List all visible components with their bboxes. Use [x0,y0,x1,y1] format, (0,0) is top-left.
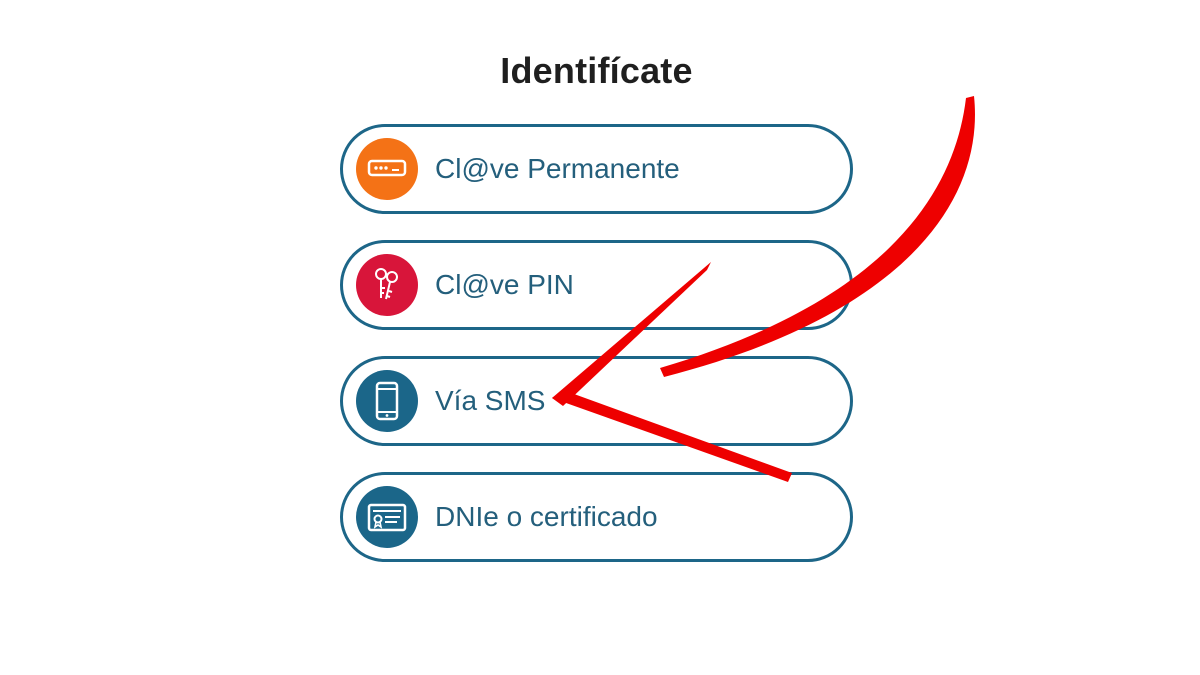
page-title: Identifícate [500,50,693,91]
clave-permanente-label: Cl@ve Permanente [435,153,680,184]
clave-permanente-button[interactable]: Cl@ve Permanente [340,124,853,214]
via-sms-button[interactable]: Vía SMS [340,356,853,446]
via-sms-label: Vía SMS [435,385,546,416]
keys-icon [356,254,418,316]
smartphone-icon [356,370,418,432]
login-options-list: Cl@ve Permanente Cl@ve PIN Vía SMS DNIe … [340,124,853,588]
clave-pin-button[interactable]: Cl@ve PIN [340,240,853,330]
password-field-icon [356,138,418,200]
clave-pin-label: Cl@ve PIN [435,269,574,300]
dnie-certificado-button[interactable]: DNIe o certificado [340,472,853,562]
certificate-card-icon [356,486,418,548]
dnie-certificado-label: DNIe o certificado [435,501,658,532]
